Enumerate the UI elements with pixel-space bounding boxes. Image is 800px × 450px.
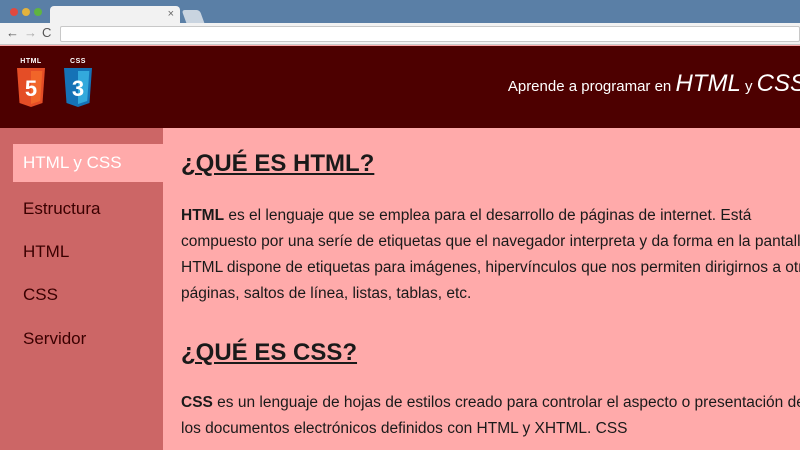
browser-tab[interactable]: ×: [50, 6, 180, 23]
close-window-button[interactable]: [10, 8, 18, 16]
paragraph-body-html: es el lenguaje que se emplea para el des…: [181, 207, 800, 302]
minimize-window-button[interactable]: [22, 8, 30, 16]
css3-logo-label: CSS: [70, 58, 86, 65]
css3-glyph: 3: [72, 76, 84, 101]
address-bar[interactable]: [60, 26, 800, 42]
paragraph-lead-css: CSS: [181, 394, 213, 411]
reload-icon[interactable]: C: [42, 26, 51, 40]
css3-logo: CSS 3: [61, 58, 95, 110]
browser-toolbar: ← → C: [0, 23, 800, 45]
html5-logo: HTML 5: [14, 58, 48, 110]
tagline-and: y: [740, 78, 757, 95]
paragraph-body-css: es un lenguaje de hojas de estilos cread…: [181, 394, 800, 437]
paragraph-lead-html: HTML: [181, 207, 225, 224]
back-arrow-icon[interactable]: ←: [6, 26, 19, 40]
sidebar-item-estructura[interactable]: Estructura: [13, 190, 163, 228]
sidebar-item-html-y-css[interactable]: HTML y CSS: [13, 144, 163, 182]
sidebar-nav: HTML y CSS Estructura HTML CSS Servidor: [0, 128, 163, 450]
html5-glyph: 5: [25, 76, 37, 101]
html5-shield-icon: 5: [17, 68, 45, 107]
sidebar-item-css[interactable]: CSS: [13, 276, 163, 314]
tagline-prefix: Aprende a programar en: [507, 78, 676, 95]
section-heading-html: ¿QUÉ ES HTML?: [181, 150, 375, 177]
site-tagline: Aprende a programar en HTML y CSS: [508, 70, 800, 98]
sidebar-item-html[interactable]: HTML: [13, 233, 163, 271]
new-tab-button[interactable]: [181, 10, 205, 23]
section-paragraph-css: CSS es un lenguaje de hojas de estilos c…: [181, 390, 800, 442]
html5-logo-label: HTML: [20, 58, 42, 65]
main-content: ¿QUÉ ES HTML? HTML es el lenguaje que se…: [163, 128, 800, 450]
tagline-css: CSS: [756, 70, 800, 97]
tagline-html: HTML: [675, 70, 741, 97]
css3-shield-icon: 3: [64, 68, 92, 107]
browser-titlebar: ×: [0, 0, 800, 23]
section-heading-css: ¿QUÉ ES CSS?: [181, 339, 358, 366]
forward-arrow-icon[interactable]: →: [24, 26, 37, 40]
section-paragraph-html: HTML es el lenguaje que se emplea para e…: [181, 203, 800, 307]
maximize-window-button[interactable]: [34, 8, 42, 16]
tab-close-icon[interactable]: ×: [168, 7, 174, 21]
site-header: HTML 5 CSS 3 Aprende a programar en HTML…: [0, 46, 800, 128]
sidebar-item-servidor[interactable]: Servidor: [13, 320, 163, 358]
